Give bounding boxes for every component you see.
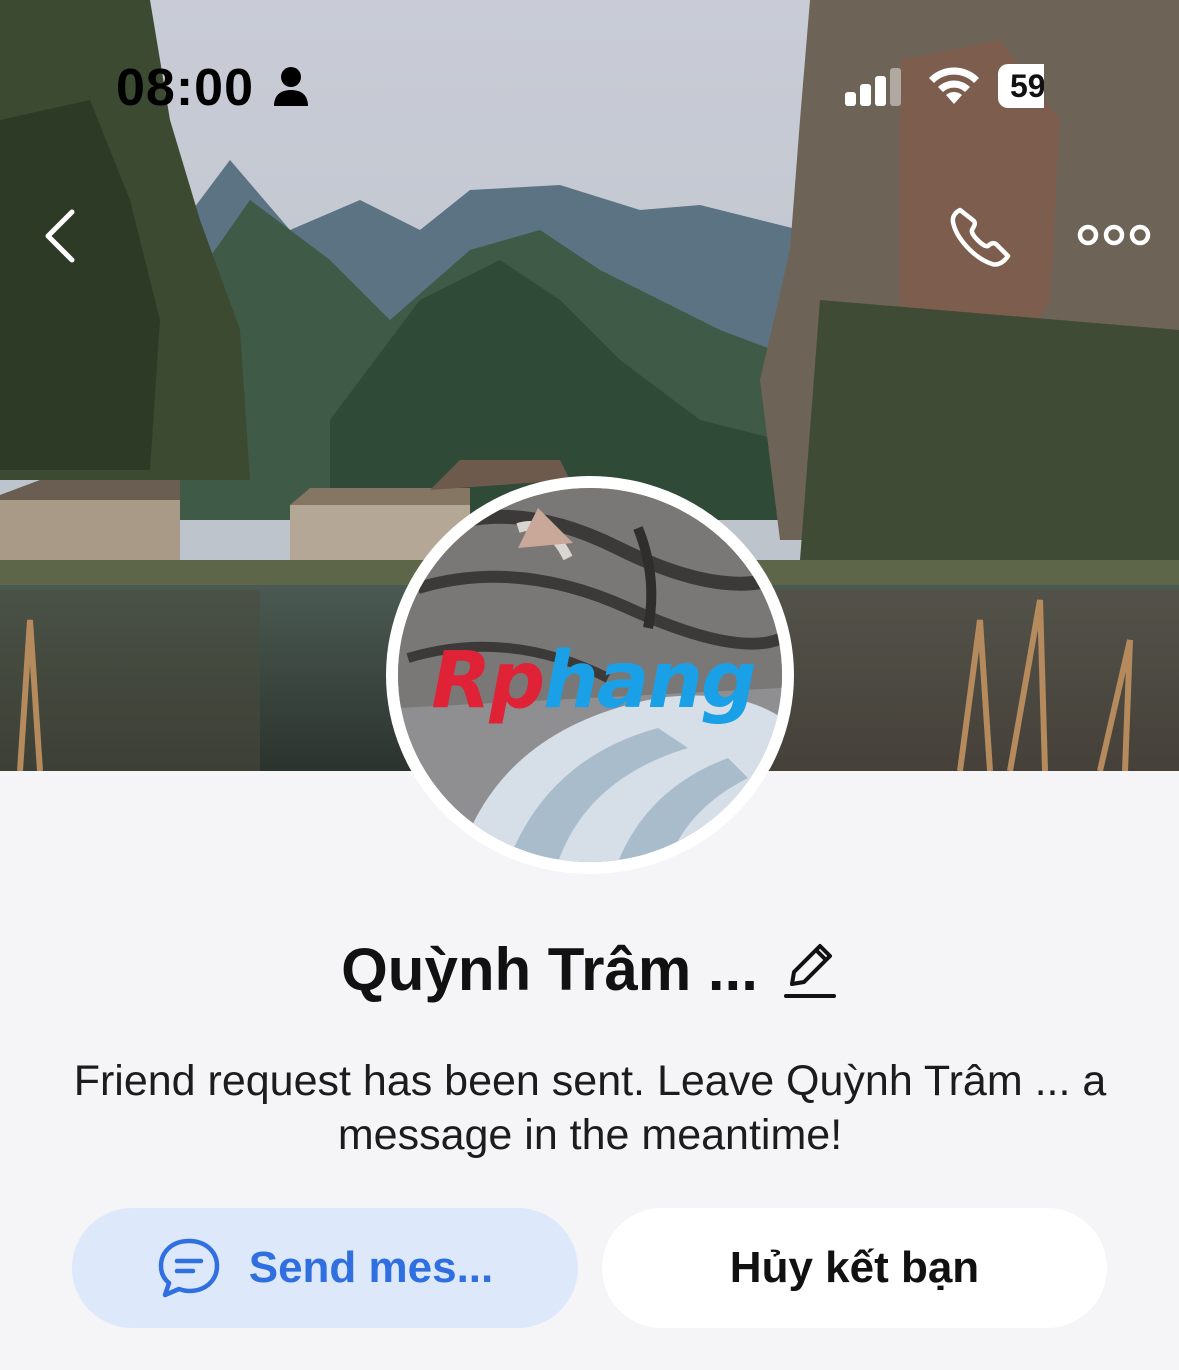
more-horizontal-icon	[1077, 224, 1151, 246]
call-button[interactable]	[946, 204, 1016, 270]
send-message-button[interactable]: Send mes...	[72, 1208, 578, 1328]
chevron-left-icon	[45, 209, 75, 263]
phone-icon	[950, 207, 1011, 267]
profile-avatar[interactable]: Rphang	[386, 476, 794, 874]
more-button[interactable]	[1076, 218, 1152, 252]
person-icon	[274, 67, 308, 106]
chat-bubble-icon	[158, 1238, 219, 1298]
profile-name: Quỳnh Trâm ...	[341, 936, 758, 1003]
battery-indicator: 59	[998, 64, 1044, 108]
send-message-label: Send mes...	[248, 1243, 494, 1292]
avatar-watermark: Rphang	[431, 636, 756, 726]
wifi-icon	[929, 67, 979, 104]
signal-icon	[845, 68, 901, 106]
unfriend-label: Hủy kết bạn	[729, 1243, 980, 1292]
friend-request-message: Friend request has been sent. Leave Quỳn…	[73, 1057, 1107, 1159]
unfriend-button[interactable]: Hủy kết bạn	[602, 1208, 1107, 1328]
status-time: 08:00	[116, 59, 254, 117]
profile-name-row: Quỳnh Trâm ...	[0, 935, 1179, 1004]
pencil-icon[interactable]	[782, 938, 838, 1002]
back-button[interactable]	[36, 206, 86, 266]
